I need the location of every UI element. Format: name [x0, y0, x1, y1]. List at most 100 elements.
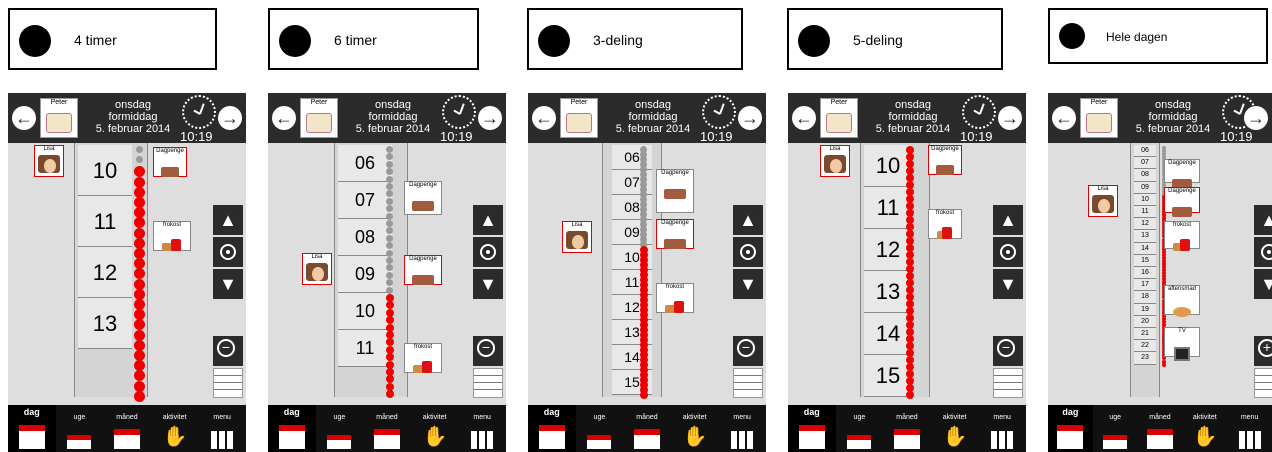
footer-tab-menu[interactable]: menu [1227, 412, 1272, 452]
arrow-left-icon[interactable]: ← [12, 106, 36, 130]
hour-label[interactable]: 11 [338, 330, 392, 367]
hour-label[interactable]: 11 [1134, 206, 1156, 219]
hour-label[interactable]: 13 [864, 271, 912, 313]
hour-label[interactable]: 11 [864, 187, 912, 229]
hour-label[interactable]: 10 [78, 145, 132, 196]
triangle-up-icon[interactable]: ▲ [1254, 205, 1272, 235]
footer-tab-menu[interactable]: menu [458, 412, 506, 452]
footer-tab-dag[interactable]: dag [8, 405, 56, 452]
activity-frokost[interactable]: frokost [1164, 221, 1200, 251]
hour-label[interactable]: 23 [1134, 352, 1156, 365]
hour-label[interactable]: 18 [1134, 291, 1156, 304]
footer-tab-måned[interactable]: måned [623, 412, 671, 452]
hour-label[interactable]: 11 [78, 196, 132, 247]
hour-label[interactable]: 15 [864, 355, 912, 397]
footer-tab-dag[interactable]: dag [788, 405, 836, 452]
zoom-out-icon[interactable]: − [473, 336, 503, 366]
footer-tab-aktivitet[interactable]: aktivitet ✋+ [1182, 412, 1227, 452]
arrow-left-icon[interactable]: ← [1052, 106, 1076, 130]
hour-label[interactable]: 21 [1134, 328, 1156, 341]
activity-dagpenge[interactable]: Dagpenge [153, 147, 187, 177]
activity-aftensmad[interactable]: aftensmad [1164, 285, 1200, 317]
hour-label[interactable]: 20 [1134, 315, 1156, 328]
zoom-out-icon[interactable]: − [993, 336, 1023, 366]
hour-label[interactable]: 13 [1134, 230, 1156, 243]
arrow-left-icon[interactable]: ← [532, 106, 556, 130]
activity-dagpenge[interactable]: Dagpenge [928, 145, 962, 175]
lisa-photo[interactable]: Lisa [302, 253, 332, 285]
center-target-icon[interactable] [993, 237, 1023, 267]
hour-label[interactable]: 08 [1134, 169, 1156, 182]
activity-dagpenge[interactable]: Dagpenge [656, 219, 694, 249]
hour-label[interactable]: 10 [1134, 193, 1156, 206]
footer-tab-måned[interactable]: måned [1138, 412, 1183, 452]
hour-label[interactable]: 08 [338, 219, 392, 256]
footer-tab-dag[interactable]: dag [528, 405, 576, 452]
center-target-icon[interactable] [473, 237, 503, 267]
owner-photo[interactable]: Peter [560, 98, 598, 138]
footer-tab-måned[interactable]: måned [883, 412, 931, 452]
zoom-out-icon[interactable]: − [733, 336, 763, 366]
center-target-icon[interactable] [213, 237, 243, 267]
footer-tab-aktivitet[interactable]: aktivitet ✋+ [411, 412, 459, 452]
hour-label[interactable]: 07 [1134, 157, 1156, 170]
activity-frokost[interactable]: frokost [928, 209, 962, 239]
triangle-down-icon[interactable]: ▼ [213, 269, 243, 299]
footer-tab-måned[interactable]: måned [363, 412, 411, 452]
triangle-up-icon[interactable]: ▲ [993, 205, 1023, 235]
footer-tab-uge[interactable]: uge [1093, 412, 1138, 452]
triangle-up-icon[interactable]: ▲ [733, 205, 763, 235]
footer-tab-uge[interactable]: uge [316, 412, 364, 452]
activity-tv[interactable]: TV [1164, 327, 1200, 361]
owner-photo[interactable]: Peter [40, 98, 78, 138]
zoom-in-icon[interactable]: + [1254, 336, 1272, 366]
center-target-icon[interactable] [733, 237, 763, 267]
lisa-photo[interactable]: Lisa [34, 145, 64, 177]
hour-label[interactable]: 22 [1134, 340, 1156, 353]
activity-frokost[interactable]: frokost [404, 343, 442, 373]
hour-label[interactable]: 09 [1134, 181, 1156, 194]
footer-tab-menu[interactable]: menu [718, 412, 766, 452]
lisa-photo[interactable]: Lisa [820, 145, 850, 177]
arrow-right-icon[interactable]: → [998, 106, 1022, 130]
hour-label[interactable]: 13 [78, 298, 132, 349]
activity-frokost[interactable]: frokost [656, 283, 694, 313]
footer-tab-aktivitet[interactable]: aktivitet ✋+ [151, 412, 199, 452]
hour-label[interactable]: 09 [338, 256, 392, 293]
triangle-up-icon[interactable]: ▲ [213, 205, 243, 235]
owner-photo[interactable]: Peter [300, 98, 338, 138]
hour-label[interactable]: 12 [1134, 218, 1156, 231]
hour-label[interactable]: 07 [338, 182, 392, 219]
lisa-photo[interactable]: Lisa [562, 221, 592, 253]
hour-label[interactable]: 17 [1134, 279, 1156, 292]
hour-label[interactable]: 14 [864, 313, 912, 355]
arrow-left-icon[interactable]: ← [272, 106, 296, 130]
hour-label[interactable]: 12 [78, 247, 132, 298]
triangle-down-icon[interactable]: ▼ [733, 269, 763, 299]
activity-dagpenge[interactable]: Dagpenge [1164, 187, 1200, 217]
hour-label[interactable]: 06 [1134, 145, 1156, 158]
footer-tab-menu[interactable]: menu [978, 412, 1026, 452]
zoom-out-icon[interactable]: − [213, 336, 243, 366]
activity-dagpenge[interactable]: Dagpenge [404, 181, 442, 215]
owner-photo[interactable]: Peter [1080, 98, 1118, 138]
footer-tab-måned[interactable]: måned [103, 412, 151, 452]
arrow-right-icon[interactable]: → [738, 106, 762, 130]
footer-tab-uge[interactable]: uge [836, 412, 884, 452]
center-target-icon[interactable] [1254, 237, 1272, 267]
arrow-left-icon[interactable]: ← [792, 106, 816, 130]
activity-dagpenge[interactable]: Dagpenge [1164, 159, 1200, 189]
hour-label[interactable]: 12 [864, 229, 912, 271]
arrow-right-icon[interactable]: → [1244, 106, 1268, 130]
footer-tab-aktivitet[interactable]: aktivitet ✋+ [671, 412, 719, 452]
triangle-down-icon[interactable]: ▼ [1254, 269, 1272, 299]
footer-tab-uge[interactable]: uge [576, 412, 624, 452]
footer-tab-aktivitet[interactable]: aktivitet ✋+ [931, 412, 979, 452]
list-view-icon[interactable] [733, 368, 763, 398]
triangle-down-icon[interactable]: ▼ [993, 269, 1023, 299]
owner-photo[interactable]: Peter [820, 98, 858, 138]
hour-label[interactable]: 15 [1134, 254, 1156, 267]
hour-label[interactable]: 19 [1134, 303, 1156, 316]
hour-label[interactable]: 06 [338, 145, 392, 182]
activity-dagpenge[interactable]: Dagpenge [404, 255, 442, 285]
